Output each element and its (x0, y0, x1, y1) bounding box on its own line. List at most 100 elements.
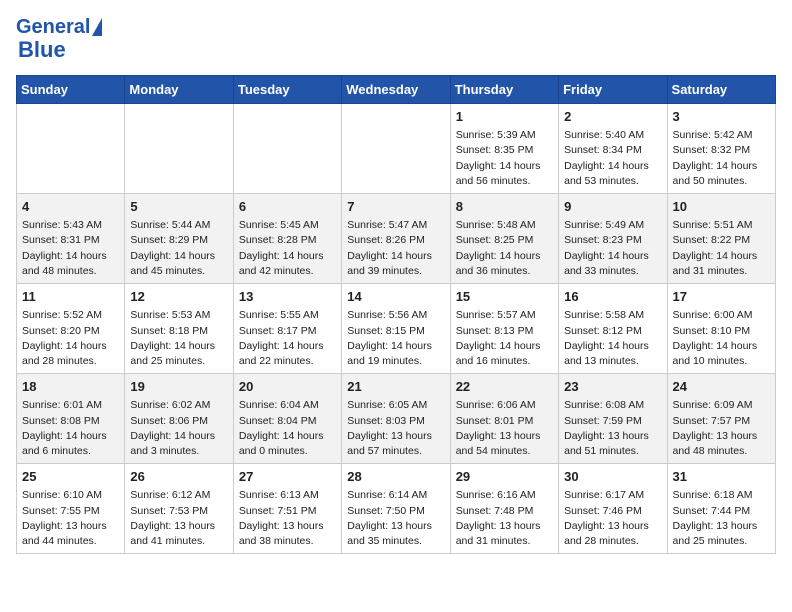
calendar-cell: 11 Sunrise: 5:52 AM Sunset: 8:20 PM Dayli… (17, 284, 125, 374)
cell-content: Sunrise: 5:58 AM Sunset: 8:12 PM Dayligh… (564, 308, 661, 369)
calendar-cell: 9 Sunrise: 5:49 AM Sunset: 8:23 PM Daylig… (559, 194, 667, 284)
calendar-cell: 31Sunrise: 6:18 AM Sunset: 7:44 PM Dayli… (667, 464, 775, 554)
cell-content: Sunrise: 6:05 AM Sunset: 8:03 PM Dayligh… (347, 398, 444, 459)
cell-content: Sunrise: 5:39 AM Sunset: 8:35 PM Dayligh… (456, 128, 553, 189)
week-row-3: 11 Sunrise: 5:52 AM Sunset: 8:20 PM Dayli… (17, 284, 776, 374)
day-number: 23 (564, 378, 661, 396)
page-header: General Blue (16, 16, 776, 63)
calendar-cell: 7Sunrise: 5:47 AM Sunset: 8:26 PM Daylig… (342, 194, 450, 284)
calendar-cell: 24 Sunrise: 6:09 AM Sunset: 7:57 PM Dayli… (667, 374, 775, 464)
cell-content: Sunrise: 6:00 AM Sunset: 8:10 PM Dayligh… (673, 308, 770, 369)
day-number: 3 (673, 108, 770, 126)
calendar-cell: 12 Sunrise: 5:53 AM Sunset: 8:18 PM Dayli… (125, 284, 233, 374)
cell-content: Sunrise: 6:12 AM Sunset: 7:53 PM Dayligh… (130, 488, 227, 549)
day-number: 25 (22, 468, 119, 486)
calendar-cell: 13 Sunrise: 5:55 AM Sunset: 8:17 PM Dayli… (233, 284, 341, 374)
header-monday: Monday (125, 76, 233, 104)
day-number: 24 (673, 378, 770, 396)
cell-content: Sunrise: 5:45 AM Sunset: 8:28 PM Dayligh… (239, 218, 336, 279)
calendar-cell: 29 Sunrise: 6:16 AM Sunset: 7:48 PM Dayli… (450, 464, 558, 554)
day-number: 27 (239, 468, 336, 486)
logo-triangle-icon (92, 18, 102, 36)
logo: General Blue (16, 16, 102, 63)
day-number: 13 (239, 288, 336, 306)
day-number: 26 (130, 468, 227, 486)
cell-content: Sunrise: 5:49 AM Sunset: 8:23 PM Dayligh… (564, 218, 661, 279)
day-number: 1 (456, 108, 553, 126)
header-row: SundayMondayTuesdayWednesdayThursdayFrid… (17, 76, 776, 104)
calendar-cell: 15Sunrise: 5:57 AM Sunset: 8:13 PM Dayli… (450, 284, 558, 374)
cell-content: Sunrise: 5:52 AM Sunset: 8:20 PM Dayligh… (22, 308, 119, 369)
logo-icon: General (16, 16, 102, 39)
cell-content: Sunrise: 5:48 AM Sunset: 8:25 PM Dayligh… (456, 218, 553, 279)
header-saturday: Saturday (667, 76, 775, 104)
day-number: 5 (130, 198, 227, 216)
day-number: 31 (673, 468, 770, 486)
cell-content: Sunrise: 5:55 AM Sunset: 8:17 PM Dayligh… (239, 308, 336, 369)
header-tuesday: Tuesday (233, 76, 341, 104)
calendar-cell: 16 Sunrise: 5:58 AM Sunset: 8:12 PM Dayli… (559, 284, 667, 374)
calendar-cell: 20Sunrise: 6:04 AM Sunset: 8:04 PM Dayli… (233, 374, 341, 464)
calendar-cell: 8 Sunrise: 5:48 AM Sunset: 8:25 PM Daylig… (450, 194, 558, 284)
day-number: 9 (564, 198, 661, 216)
day-number: 4 (22, 198, 119, 216)
calendar-cell: 18Sunrise: 6:01 AM Sunset: 8:08 PM Dayli… (17, 374, 125, 464)
calendar-cell: 14 Sunrise: 5:56 AM Sunset: 8:15 PM Dayli… (342, 284, 450, 374)
header-wednesday: Wednesday (342, 76, 450, 104)
day-number: 12 (130, 288, 227, 306)
calendar-cell: 21 Sunrise: 6:05 AM Sunset: 8:03 PM Dayli… (342, 374, 450, 464)
calendar-cell: 27 Sunrise: 6:13 AM Sunset: 7:51 PM Dayli… (233, 464, 341, 554)
calendar-cell: 1 Sunrise: 5:39 AM Sunset: 8:35 PM Daylig… (450, 104, 558, 194)
calendar-header: SundayMondayTuesdayWednesdayThursdayFrid… (17, 76, 776, 104)
calendar-cell (125, 104, 233, 194)
calendar-body: 1 Sunrise: 5:39 AM Sunset: 8:35 PM Daylig… (17, 104, 776, 554)
day-number: 29 (456, 468, 553, 486)
header-sunday: Sunday (17, 76, 125, 104)
day-number: 17 (673, 288, 770, 306)
calendar-cell: 28 Sunrise: 6:14 AM Sunset: 7:50 PM Dayli… (342, 464, 450, 554)
cell-content: Sunrise: 6:09 AM Sunset: 7:57 PM Dayligh… (673, 398, 770, 459)
day-number: 7 (347, 198, 444, 216)
week-row-4: 18Sunrise: 6:01 AM Sunset: 8:08 PM Dayli… (17, 374, 776, 464)
cell-content: Sunrise: 6:10 AM Sunset: 7:55 PM Dayligh… (22, 488, 119, 549)
header-thursday: Thursday (450, 76, 558, 104)
calendar-cell: 19Sunrise: 6:02 AM Sunset: 8:06 PM Dayli… (125, 374, 233, 464)
cell-content: Sunrise: 6:16 AM Sunset: 7:48 PM Dayligh… (456, 488, 553, 549)
calendar-cell: 2Sunrise: 5:40 AM Sunset: 8:34 PM Daylig… (559, 104, 667, 194)
cell-content: Sunrise: 5:43 AM Sunset: 8:31 PM Dayligh… (22, 218, 119, 279)
cell-content: Sunrise: 5:53 AM Sunset: 8:18 PM Dayligh… (130, 308, 227, 369)
cell-content: Sunrise: 5:40 AM Sunset: 8:34 PM Dayligh… (564, 128, 661, 189)
calendar-cell: 26 Sunrise: 6:12 AM Sunset: 7:53 PM Dayli… (125, 464, 233, 554)
cell-content: Sunrise: 6:02 AM Sunset: 8:06 PM Dayligh… (130, 398, 227, 459)
week-row-2: 4 Sunrise: 5:43 AM Sunset: 8:31 PM Daylig… (17, 194, 776, 284)
day-number: 21 (347, 378, 444, 396)
cell-content: Sunrise: 6:04 AM Sunset: 8:04 PM Dayligh… (239, 398, 336, 459)
day-number: 8 (456, 198, 553, 216)
day-number: 15 (456, 288, 553, 306)
day-number: 28 (347, 468, 444, 486)
cell-content: Sunrise: 5:56 AM Sunset: 8:15 PM Dayligh… (347, 308, 444, 369)
cell-content: Sunrise: 6:08 AM Sunset: 7:59 PM Dayligh… (564, 398, 661, 459)
day-number: 11 (22, 288, 119, 306)
logo-general: General (16, 16, 90, 38)
calendar-cell: 5 Sunrise: 5:44 AM Sunset: 8:29 PM Daylig… (125, 194, 233, 284)
cell-content: Sunrise: 6:13 AM Sunset: 7:51 PM Dayligh… (239, 488, 336, 549)
cell-content: Sunrise: 5:42 AM Sunset: 8:32 PM Dayligh… (673, 128, 770, 189)
day-number: 14 (347, 288, 444, 306)
calendar-cell (17, 104, 125, 194)
logo-blue-text: Blue (18, 37, 66, 63)
day-number: 22 (456, 378, 553, 396)
calendar-cell: 25 Sunrise: 6:10 AM Sunset: 7:55 PM Dayli… (17, 464, 125, 554)
calendar-cell: 30Sunrise: 6:17 AM Sunset: 7:46 PM Dayli… (559, 464, 667, 554)
calendar-cell: 4 Sunrise: 5:43 AM Sunset: 8:31 PM Daylig… (17, 194, 125, 284)
cell-content: Sunrise: 6:14 AM Sunset: 7:50 PM Dayligh… (347, 488, 444, 549)
day-number: 10 (673, 198, 770, 216)
cell-content: Sunrise: 6:17 AM Sunset: 7:46 PM Dayligh… (564, 488, 661, 549)
calendar-cell: 17 Sunrise: 6:00 AM Sunset: 8:10 PM Dayli… (667, 284, 775, 374)
cell-content: Sunrise: 5:51 AM Sunset: 8:22 PM Dayligh… (673, 218, 770, 279)
header-friday: Friday (559, 76, 667, 104)
cell-content: Sunrise: 5:44 AM Sunset: 8:29 PM Dayligh… (130, 218, 227, 279)
day-number: 16 (564, 288, 661, 306)
calendar-cell: 3 Sunrise: 5:42 AM Sunset: 8:32 PM Daylig… (667, 104, 775, 194)
calendar-cell (342, 104, 450, 194)
